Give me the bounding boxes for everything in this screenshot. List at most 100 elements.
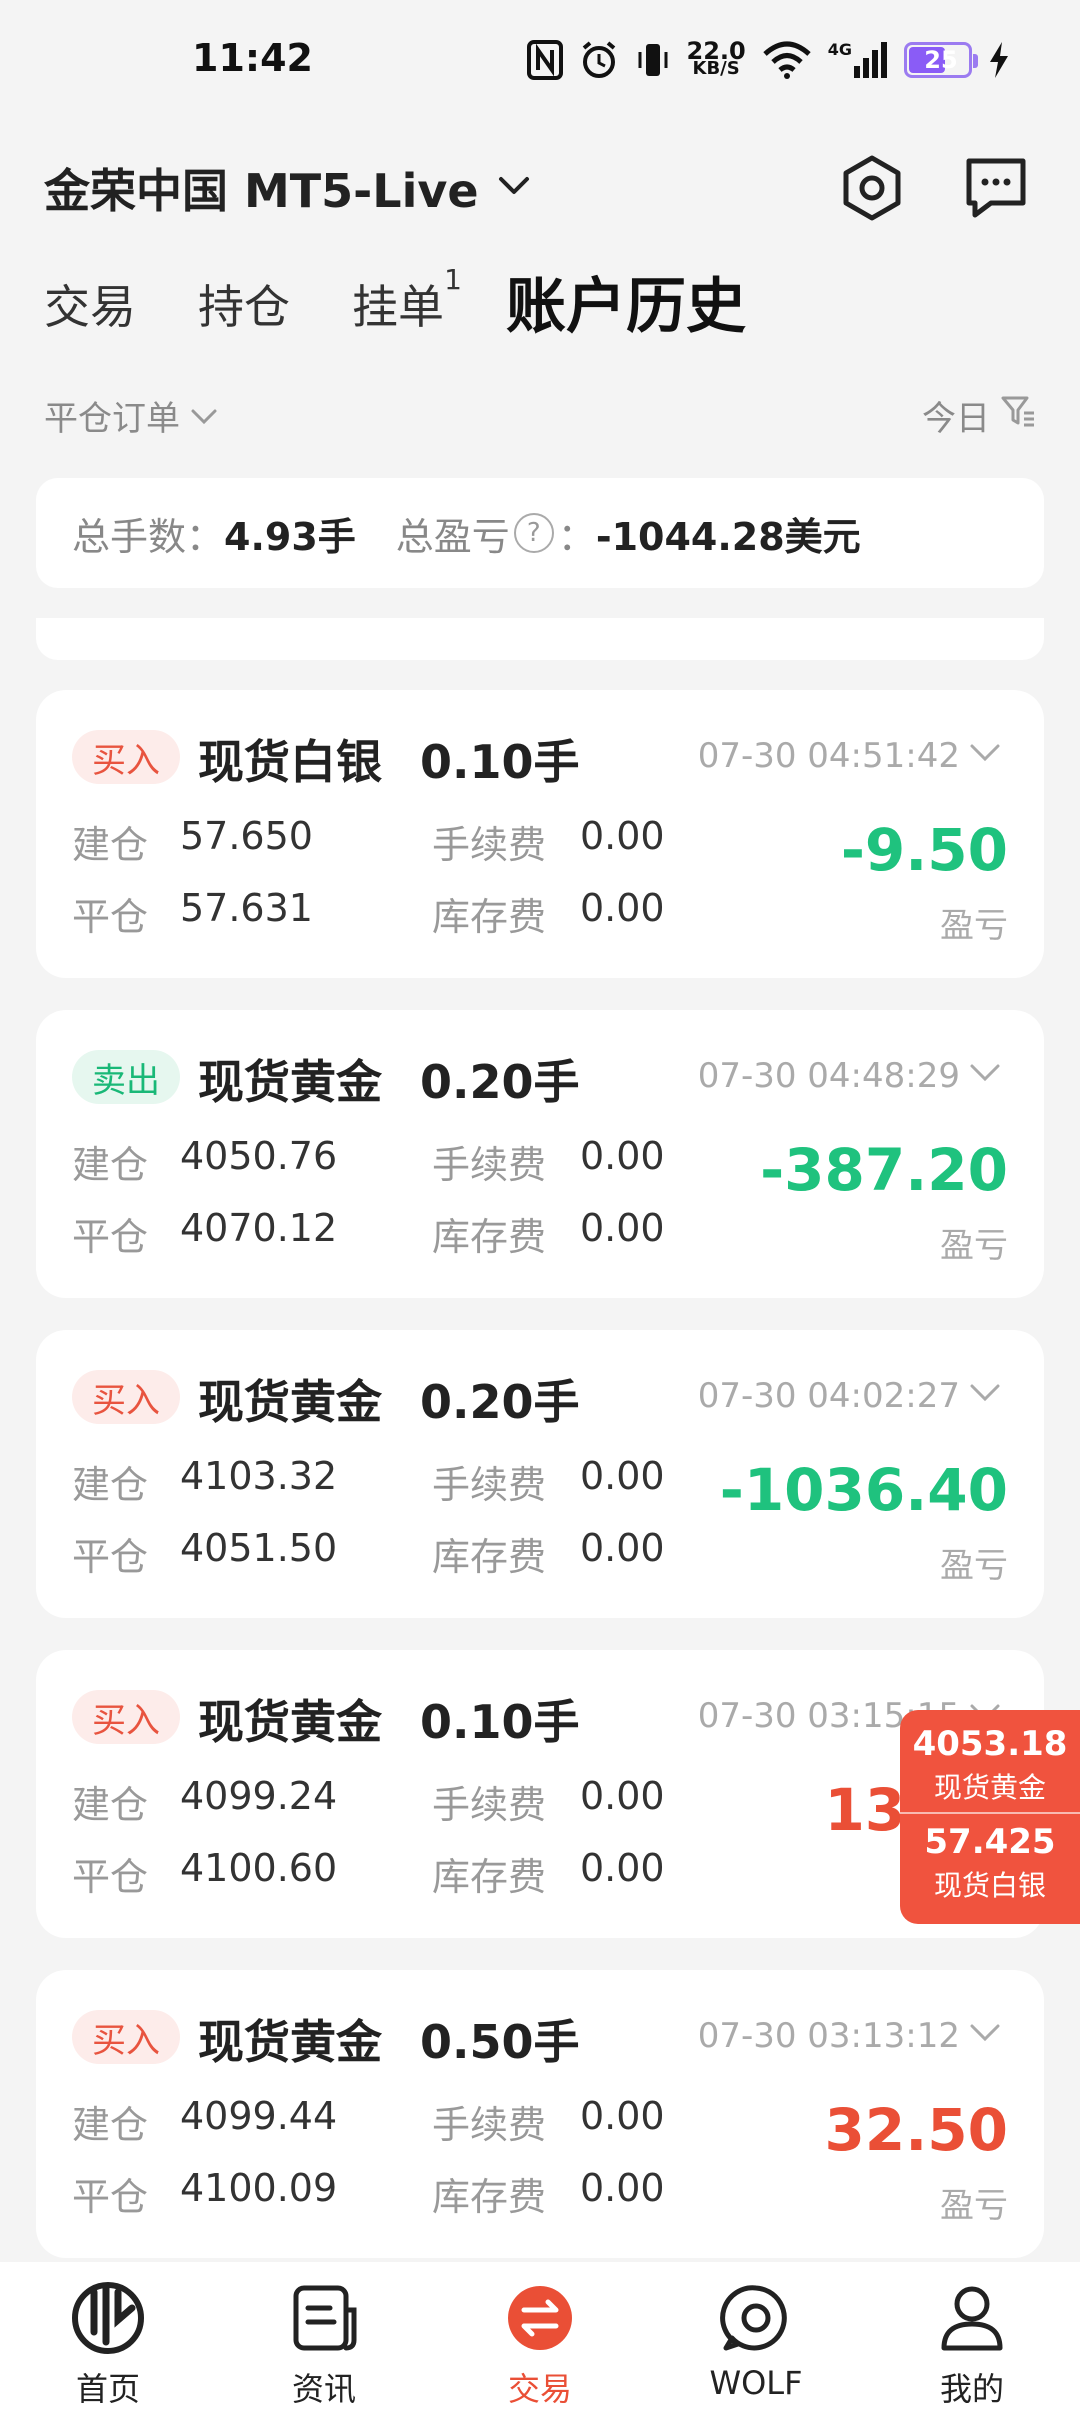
fee-value: 0.00 bbox=[580, 1134, 665, 1178]
trade-lots: 0.10手 bbox=[420, 735, 580, 789]
swap-value: 0.00 bbox=[580, 1526, 665, 1570]
settings-icon[interactable] bbox=[832, 148, 912, 228]
help-icon[interactable]: ? bbox=[513, 513, 554, 553]
trade-lots: 0.50手 bbox=[420, 2015, 580, 2069]
pl-label: 盈亏 bbox=[940, 2186, 1008, 2226]
trade-icon bbox=[502, 2280, 578, 2360]
total-lots-label: 总手数： bbox=[72, 514, 225, 559]
trade-time: 07-30 04:51:42 bbox=[697, 736, 960, 776]
close-label: 平仓 bbox=[72, 1855, 149, 1899]
swap-value: 0.00 bbox=[580, 1846, 665, 1890]
close-label: 平仓 bbox=[72, 1215, 149, 1259]
status-icons: 22.0 KB/S 4G 25 bbox=[526, 30, 1010, 90]
trade-pl: -9.50 bbox=[840, 816, 1008, 884]
float-price-gold: 4053.18 bbox=[912, 1724, 1068, 1764]
close-price: 4100.09 bbox=[180, 2166, 338, 2210]
side-badge: 买入 bbox=[72, 2010, 180, 2064]
trade-symbol: 现货黄金 bbox=[198, 1695, 382, 1749]
open-price: 4099.24 bbox=[180, 1774, 338, 1818]
trade-card[interactable]: 买入 现货黄金 0.20手 07-30 04:02:27 建仓 4103.32 … bbox=[36, 1330, 1044, 1618]
float-name-gold: 现货黄金 bbox=[933, 1771, 1046, 1804]
trade-pl: -1036.40 bbox=[719, 1456, 1008, 1524]
status-bar: 11:42 22.0 KB/S 4G 25 bbox=[0, 0, 1080, 120]
profile-icon bbox=[934, 2280, 1010, 2360]
date-filter[interactable]: 今日 bbox=[922, 391, 1036, 440]
nav-home[interactable]: 首页 bbox=[0, 2262, 216, 2412]
tab-trade[interactable]: 交易 bbox=[44, 272, 136, 342]
open-label: 建仓 bbox=[72, 1783, 149, 1827]
vibrate-icon bbox=[635, 40, 671, 80]
float-name-silver: 现货白银 bbox=[933, 1869, 1046, 1902]
home-logo-icon bbox=[70, 2280, 146, 2360]
nav-news[interactable]: 资讯 bbox=[216, 2262, 432, 2412]
trade-lots: 0.10手 bbox=[420, 1695, 580, 1749]
date-range-label: 今日 bbox=[922, 398, 990, 439]
tab-bar: 交易 持仓 挂单 1 账户历史 bbox=[44, 262, 808, 343]
trade-lots: 0.20手 bbox=[420, 1375, 580, 1429]
wolf-chat-icon bbox=[718, 2280, 794, 2360]
swap-label: 库存费 bbox=[432, 1535, 547, 1579]
account-selector[interactable]: 金荣中国 MT5-Live bbox=[44, 150, 531, 226]
trade-symbol: 现货黄金 bbox=[198, 1375, 382, 1429]
trade-card[interactable]: 买入 现货黄金 0.50手 07-30 03:13:12 建仓 4099.44 … bbox=[36, 1970, 1044, 2258]
message-icon[interactable] bbox=[956, 148, 1036, 228]
nav-profile[interactable]: 我的 bbox=[864, 2262, 1080, 2412]
close-price: 4051.50 bbox=[180, 1526, 338, 1570]
tab-account-history[interactable]: 账户历史 bbox=[506, 272, 746, 342]
filter-icon bbox=[1000, 393, 1036, 438]
bottom-nav: 首页 资讯 交易 WOLF 我的 bbox=[0, 2262, 1080, 2412]
pending-count-badge: 1 bbox=[444, 263, 462, 296]
fee-label: 手续费 bbox=[432, 2103, 547, 2147]
summary-bar: 总手数： 4.93手 总盈亏 ? ： -1044.28美元 bbox=[36, 478, 1044, 588]
net-speed: 22.0 KB/S bbox=[686, 37, 746, 79]
tab-pending-orders[interactable]: 挂单 1 bbox=[352, 266, 462, 342]
open-label: 建仓 bbox=[72, 1143, 149, 1187]
float-price-silver: 57.425 bbox=[924, 1822, 1056, 1862]
open-label: 建仓 bbox=[72, 823, 149, 867]
fee-value: 0.00 bbox=[580, 814, 665, 858]
nav-wolf[interactable]: WOLF bbox=[648, 2262, 864, 2412]
trade-card[interactable]: 买入 现货黄金 0.10手 07-30 03:15:15 建仓 4099.24 … bbox=[36, 1650, 1044, 1938]
swap-label: 库存费 bbox=[432, 2175, 547, 2219]
chevron-down-icon[interactable] bbox=[968, 1062, 1002, 1088]
fee-value: 0.00 bbox=[580, 2094, 665, 2138]
open-price: 4103.32 bbox=[180, 1454, 338, 1498]
close-label: 平仓 bbox=[72, 1535, 149, 1579]
side-badge: 买入 bbox=[72, 730, 180, 784]
fee-label: 手续费 bbox=[432, 1463, 547, 1507]
chevron-down-icon[interactable] bbox=[968, 2022, 1002, 2048]
nav-trade[interactable]: 交易 bbox=[432, 2262, 648, 2412]
order-type-label: 平仓订单 bbox=[44, 398, 180, 439]
wifi-icon bbox=[762, 40, 812, 80]
status-time: 11:42 bbox=[192, 36, 313, 80]
trade-time: 07-30 04:02:27 bbox=[697, 1376, 960, 1416]
floating-price-widget[interactable]: 4053.18 现货黄金 57.425 现货白银 bbox=[900, 1710, 1080, 1924]
float-divider bbox=[900, 1812, 1080, 1814]
total-pl-value: -1044.28美元 bbox=[595, 514, 861, 559]
fee-value: 0.00 bbox=[580, 1774, 665, 1818]
open-price: 4099.44 bbox=[180, 2094, 338, 2138]
close-price: 4070.12 bbox=[180, 1206, 338, 1250]
trade-card[interactable]: 卖出 现货黄金 0.20手 07-30 04:48:29 建仓 4050.76 … bbox=[36, 1010, 1044, 1298]
charging-icon bbox=[988, 42, 1010, 78]
open-price: 57.650 bbox=[180, 814, 313, 858]
close-label: 平仓 bbox=[72, 2175, 149, 2219]
open-label: 建仓 bbox=[72, 1463, 149, 1507]
trade-symbol: 现货黄金 bbox=[198, 2015, 382, 2069]
chevron-down-icon[interactable] bbox=[968, 742, 1002, 768]
trade-pl: -387.20 bbox=[760, 1136, 1008, 1204]
order-type-dropdown[interactable]: 平仓订单 bbox=[44, 391, 218, 440]
chevron-down-icon[interactable] bbox=[968, 1382, 1002, 1408]
close-price: 57.631 bbox=[180, 886, 313, 930]
alarm-icon bbox=[579, 40, 619, 80]
trade-card[interactable]: 买入 现货白银 0.10手 07-30 04:51:42 建仓 57.650 手… bbox=[36, 690, 1044, 978]
close-price: 4100.60 bbox=[180, 1846, 338, 1890]
tab-positions[interactable]: 持仓 bbox=[198, 272, 290, 342]
swap-label: 库存费 bbox=[432, 1855, 547, 1899]
card-partial bbox=[36, 618, 1044, 660]
pl-label: 盈亏 bbox=[940, 906, 1008, 946]
fee-value: 0.00 bbox=[580, 1454, 665, 1498]
chevron-down-icon bbox=[190, 395, 218, 435]
side-badge: 买入 bbox=[72, 1370, 180, 1424]
trade-time: 07-30 03:13:12 bbox=[697, 2016, 960, 2056]
